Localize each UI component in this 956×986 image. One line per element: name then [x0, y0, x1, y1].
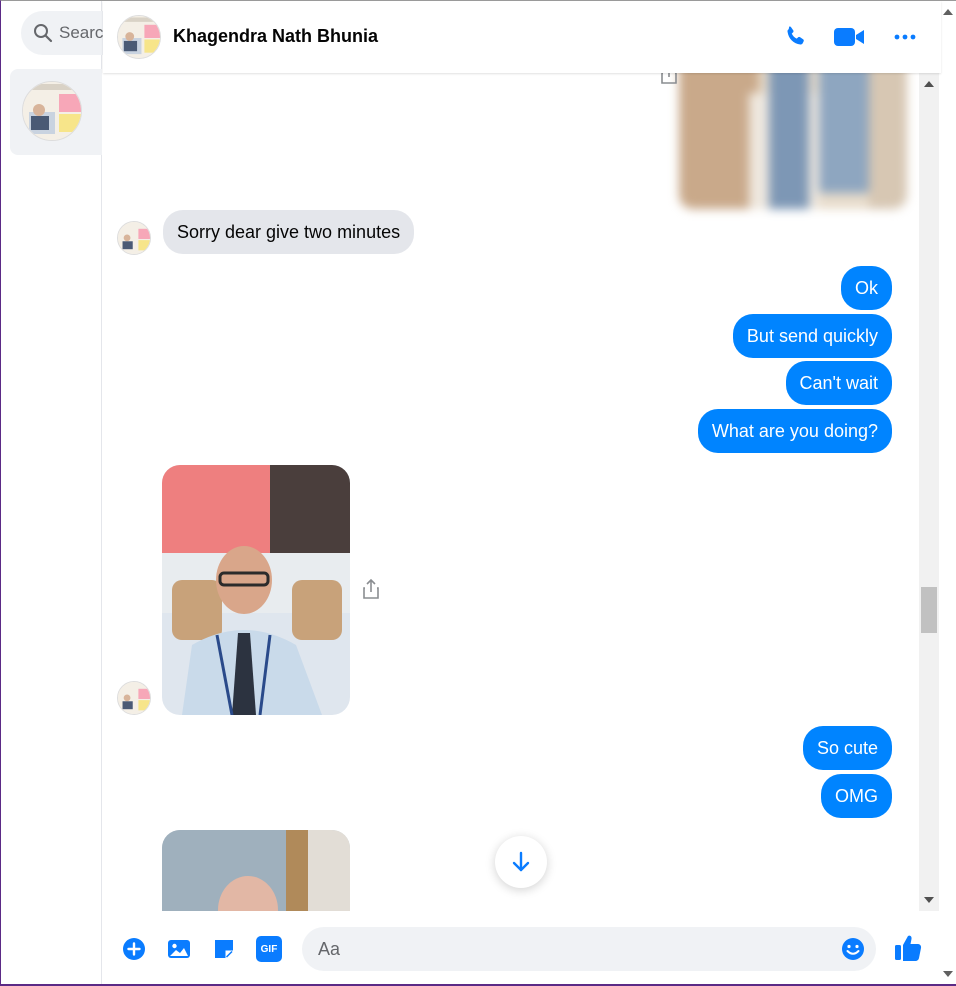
- scroll-up-arrow[interactable]: [924, 81, 934, 87]
- sender-avatar[interactable]: [117, 221, 151, 255]
- share-icon[interactable]: [659, 73, 679, 85]
- sender-avatar[interactable]: [117, 681, 151, 715]
- message-image[interactable]: [162, 830, 350, 911]
- gif-label: GIF: [260, 943, 278, 955]
- message-bubble-outgoing[interactable]: What are you doing?: [697, 409, 892, 453]
- gif-icon[interactable]: GIF: [256, 936, 282, 962]
- video-camera-icon: [834, 28, 864, 46]
- message-bubble-outgoing[interactable]: But send quickly: [732, 314, 892, 358]
- conversation-avatar: [22, 81, 82, 141]
- app-window: Searc Khagendra Nath Bhunia Sorry dear g…: [0, 0, 956, 986]
- message-bubble-outgoing[interactable]: OMG: [821, 774, 892, 818]
- message-image-blurred[interactable]: [679, 73, 907, 209]
- sticker-icon[interactable]: [211, 936, 237, 962]
- message-bubble-outgoing[interactable]: So cute: [802, 726, 892, 770]
- arrow-down-icon: [512, 851, 530, 872]
- video-call-button[interactable]: [833, 21, 865, 53]
- more-options-icon: [894, 34, 916, 40]
- message-thread[interactable]: Sorry dear give two minutes Ok But send …: [103, 73, 919, 911]
- contact-name[interactable]: Khagendra Nath Bhunia: [173, 26, 378, 47]
- message-bubble-outgoing[interactable]: Ok: [840, 266, 892, 310]
- sidebar: Searc: [1, 1, 141, 984]
- emoji-icon[interactable]: [840, 936, 866, 962]
- share-icon[interactable]: [361, 578, 381, 600]
- message-composer: GIF: [103, 911, 939, 984]
- page-scroll-up-arrow[interactable]: [943, 9, 953, 15]
- scroll-thumb[interactable]: [921, 587, 937, 633]
- scroll-to-bottom-button[interactable]: [495, 836, 547, 888]
- phone-icon: [787, 26, 804, 45]
- search-icon: [34, 24, 53, 43]
- search-placeholder: Searc: [59, 23, 104, 42]
- photo-icon[interactable]: [166, 936, 192, 962]
- message-input[interactable]: [302, 927, 876, 971]
- message-bubble-outgoing[interactable]: Can't wait: [785, 361, 892, 405]
- message-image[interactable]: [162, 465, 350, 715]
- contact-avatar[interactable]: [117, 15, 161, 59]
- message-bubble-incoming[interactable]: Sorry dear give two minutes: [163, 210, 415, 254]
- conversation-header: Khagendra Nath Bhunia: [103, 1, 941, 73]
- chat-scrollbar[interactable]: [919, 73, 939, 911]
- page-scroll-down-arrow[interactable]: [943, 971, 953, 977]
- page-scrollbar[interactable]: [939, 1, 956, 984]
- like-icon[interactable]: [893, 933, 923, 963]
- scroll-down-arrow[interactable]: [924, 897, 934, 903]
- more-options-button[interactable]: [889, 21, 921, 53]
- conversation-list-item[interactable]: [10, 69, 102, 155]
- add-circle-icon[interactable]: [121, 936, 147, 962]
- audio-call-button[interactable]: [779, 21, 811, 53]
